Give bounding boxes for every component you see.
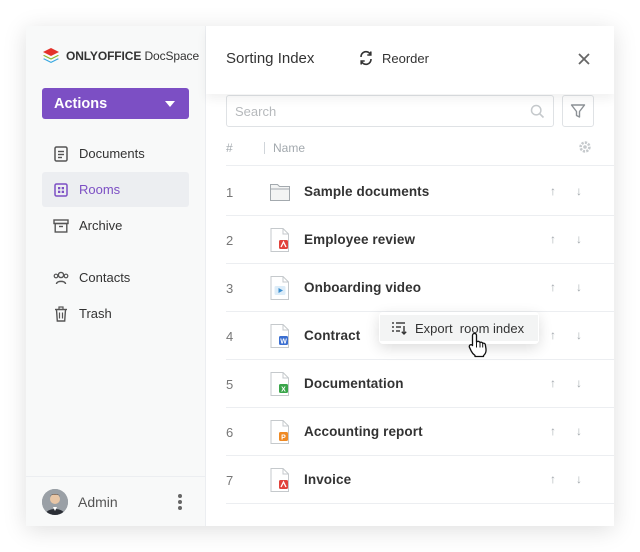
sidebar-item-contacts[interactable]: Contacts (42, 260, 189, 295)
sidebar-item-label: Trash (79, 306, 112, 321)
move-down-icon[interactable]: ↓ (576, 232, 582, 246)
table-row[interactable]: 3 Onboarding video ↑ ↓ (226, 264, 614, 312)
row-title[interactable]: Accounting report (304, 424, 423, 439)
move-up-icon[interactable]: ↑ (550, 376, 556, 390)
move-up-icon[interactable]: ↑ (550, 328, 556, 342)
column-divider[interactable] (264, 142, 265, 154)
sidebar-item-documents[interactable]: Documents (42, 136, 189, 171)
move-up-icon[interactable]: ↑ (550, 184, 556, 198)
move-up-icon[interactable]: ↑ (550, 280, 556, 294)
pdf-file-icon (270, 228, 289, 252)
reorder-button[interactable]: Reorder (358, 50, 429, 66)
move-up-icon[interactable]: ↑ (550, 232, 556, 246)
row-title[interactable]: Invoice (304, 472, 351, 487)
table-row[interactable]: 7 Invoice ↑ ↓ (226, 456, 614, 504)
more-options-icon[interactable] (178, 494, 182, 510)
close-icon[interactable] (576, 51, 592, 67)
table-row[interactable]: 6 P Accounting report ↑ ↓ (226, 408, 614, 456)
sidebar-item-label: Documents (79, 146, 145, 161)
user-name: Admin (78, 493, 118, 510)
filter-icon (570, 104, 586, 118)
row-index: 3 (226, 281, 234, 296)
user-profile[interactable]: Admin (26, 476, 206, 526)
sidebar-item-label: Archive (79, 218, 123, 233)
row-index: 6 (226, 425, 234, 440)
pdf-file-icon (270, 468, 289, 492)
row-index: 2 (226, 233, 234, 248)
search-icon (530, 104, 545, 119)
app-window: ONLYOFFICE DocSpace Actions Documents Ro… (26, 26, 614, 526)
svg-text:P: P (281, 435, 286, 442)
move-down-icon[interactable]: ↓ (576, 280, 582, 294)
row-title[interactable]: Onboarding video (304, 280, 421, 295)
row-index: 1 (226, 185, 234, 200)
panel-title: Sorting Index (226, 50, 315, 67)
row-index: 4 (226, 329, 234, 344)
archive-icon (53, 218, 69, 234)
sidebar-item-label: Rooms (79, 182, 121, 197)
logo[interactable]: ONLYOFFICE DocSpace (42, 46, 199, 66)
move-down-icon[interactable]: ↓ (576, 472, 582, 486)
sidebar-item-rooms[interactable]: Rooms (42, 172, 189, 207)
onlyoffice-logo-icon (43, 48, 59, 63)
move-up-icon[interactable]: ↑ (550, 424, 556, 438)
table-row[interactable]: 2 Employee review ↑ ↓ (226, 216, 614, 264)
reorder-label: Reorder (382, 50, 429, 66)
hand-cursor-icon (468, 332, 487, 358)
sidebar-item-archive[interactable]: Archive (42, 208, 189, 243)
reorder-icon (360, 50, 372, 66)
document-icon (53, 145, 69, 162)
sidebar: ONLYOFFICE DocSpace Actions Documents Ro… (26, 26, 206, 526)
docx-file-icon: W (270, 324, 289, 348)
row-title[interactable]: Employee review (304, 232, 415, 247)
actions-label: Actions (54, 95, 108, 112)
export-index-icon (392, 322, 407, 335)
move-down-icon[interactable]: ↓ (576, 424, 582, 438)
column-index-header: # (226, 141, 233, 155)
row-title[interactable]: Sample documents (304, 184, 429, 199)
gear-icon[interactable] (578, 140, 592, 154)
svg-text:X: X (281, 387, 286, 394)
table-row[interactable]: 5 X Documentation ↑ ↓ (226, 360, 614, 408)
table-row[interactable]: 1 Sample documents ↑ ↓ (226, 168, 614, 216)
context-menu: Export room index (379, 312, 539, 344)
move-down-icon[interactable]: ↓ (576, 376, 582, 390)
column-name-header[interactable]: Name (273, 141, 305, 155)
panel-header: Sorting Index Reorder (206, 26, 614, 94)
move-down-icon[interactable]: ↓ (576, 184, 582, 198)
trash-icon (53, 305, 69, 322)
pptx-file-icon: P (270, 420, 289, 444)
table-header: # Name (226, 138, 614, 166)
move-up-icon[interactable]: ↑ (550, 472, 556, 486)
caret-down-icon (165, 100, 175, 107)
filter-button[interactable] (562, 95, 594, 127)
search-input[interactable]: Search (226, 95, 554, 127)
sidebar-item-label: Contacts (79, 270, 131, 285)
avatar[interactable] (42, 488, 68, 515)
folder-icon (270, 184, 290, 201)
sidebar-item-trash[interactable]: Trash (42, 296, 189, 331)
video-file-icon (270, 276, 289, 300)
move-down-icon[interactable]: ↓ (576, 328, 582, 342)
export-room-index-menu-item[interactable]: Export room index (380, 315, 538, 341)
row-index: 5 (226, 377, 234, 392)
actions-button[interactable]: Actions (42, 88, 189, 119)
row-index: 7 (226, 473, 234, 488)
row-title[interactable]: Documentation (304, 376, 404, 391)
svg-text:W: W (280, 339, 287, 346)
logo-text: ONLYOFFICE DocSpace (66, 49, 200, 63)
contacts-icon (53, 270, 69, 286)
row-title[interactable]: Contract (304, 328, 360, 343)
rooms-icon (53, 182, 69, 198)
search-placeholder: Search (235, 104, 277, 119)
xlsx-file-icon: X (270, 372, 289, 396)
